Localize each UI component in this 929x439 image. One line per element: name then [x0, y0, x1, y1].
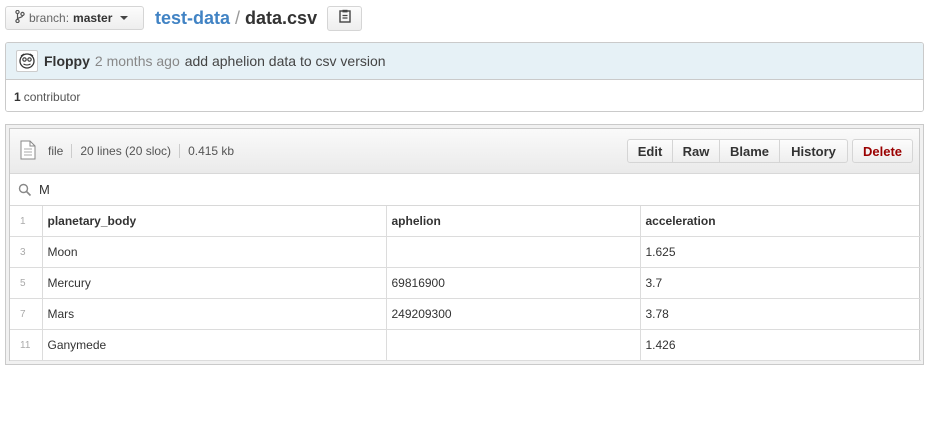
commit-author-link[interactable]: Floppy [44, 53, 90, 69]
file-info: file 20 lines (20 sloc) 0.415 kb [48, 129, 234, 173]
csv-table: 1 planetary_body aphelion acceleration 3… [10, 206, 921, 361]
breadcrumb: test-data / data.csv [155, 6, 317, 30]
table-cell: 1.426 [639, 329, 921, 361]
line-number[interactable]: 1 [10, 206, 43, 237]
table-cell: 249209300 [385, 298, 641, 330]
commit-message-link[interactable]: add aphelion data to csv version [185, 53, 386, 69]
contributors-label[interactable]: contributor [24, 90, 81, 104]
table-cell: Ganymede [41, 329, 387, 361]
breadcrumb-repo-link[interactable]: test-data [155, 8, 230, 28]
file-viewer-inner: file 20 lines (20 sloc) 0.415 kb Edit Ra… [9, 128, 921, 361]
line-number[interactable]: 3 [10, 236, 43, 268]
file-actions: Edit Raw Blame History [627, 139, 848, 163]
commit-age: 2 months ago [94, 53, 180, 69]
table-cell: 3.78 [639, 298, 921, 330]
file-viewer: file 20 lines (20 sloc) 0.415 kb Edit Ra… [5, 124, 924, 365]
branch-icon [15, 9, 25, 26]
blame-button[interactable]: Blame [720, 139, 780, 163]
file-header: file 20 lines (20 sloc) 0.415 kb Edit Ra… [10, 129, 919, 174]
breadcrumb-separator: / [235, 8, 241, 28]
column-header: planetary_body [41, 206, 387, 237]
table-cell: 1.625 [639, 236, 921, 268]
table-header-row: 1 planetary_body aphelion acceleration [10, 206, 921, 237]
raw-button[interactable]: Raw [673, 139, 720, 163]
line-number[interactable]: 5 [10, 267, 43, 299]
table-row: 11 Ganymede 1.426 [10, 329, 921, 361]
table-row: 3 Moon 1.625 [10, 236, 921, 268]
copy-path-button[interactable] [327, 6, 362, 31]
branch-label: branch: [29, 11, 70, 25]
file-icon [20, 140, 36, 160]
divider [71, 144, 73, 158]
chevron-down-icon [120, 16, 129, 20]
table-cell: Moon [41, 236, 387, 268]
table-cell: 3.7 [639, 267, 921, 299]
contributors-count: 1 [14, 89, 21, 104]
column-header: aphelion [385, 206, 641, 237]
branch-value: master [73, 11, 113, 25]
line-number[interactable]: 7 [10, 298, 43, 330]
table-cell [385, 236, 641, 268]
contributors-bar: 1 contributor [6, 80, 923, 111]
branch-selector[interactable]: branch: master [5, 6, 144, 30]
table-row: 7 Mars 249209300 3.78 [10, 298, 921, 330]
commit-summary: Floppy 2 months ago add aphelion data to… [5, 42, 924, 112]
column-header: acceleration [639, 206, 921, 237]
history-button[interactable]: History [780, 139, 848, 163]
file-size: 0.415 kb [188, 144, 235, 158]
breadcrumb-file-name: data.csv [245, 8, 318, 28]
csv-search-bar [10, 174, 919, 206]
line-number[interactable]: 11 [10, 329, 43, 361]
table-cell: Mars [41, 298, 387, 330]
search-icon [18, 183, 32, 197]
divider [179, 144, 181, 158]
table-cell: Mercury [41, 267, 387, 299]
table-cell: 69816900 [385, 267, 641, 299]
clipboard-icon [338, 9, 351, 28]
file-lines: 20 lines (20 sloc) [80, 144, 172, 158]
edit-button[interactable]: Edit [627, 139, 673, 163]
table-cell [385, 329, 641, 361]
file-mode: file [48, 144, 64, 158]
table-row: 5 Mercury 69816900 3.7 [10, 267, 921, 299]
avatar[interactable] [16, 50, 38, 72]
last-commit-bar: Floppy 2 months ago add aphelion data to… [6, 43, 923, 80]
delete-button[interactable]: Delete [852, 139, 913, 163]
csv-search-input[interactable] [39, 182, 899, 197]
